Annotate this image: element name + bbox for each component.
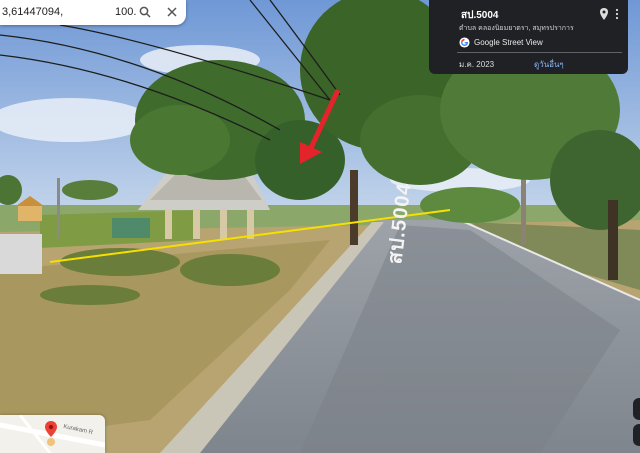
location-subtitle: ตำบล คลองนิยมยาตรา, สมุทรปราการ bbox=[459, 25, 574, 32]
street-view-label: Google Street View bbox=[474, 38, 543, 47]
sign-board bbox=[112, 218, 150, 238]
street-view-info-panel: สป.5004 ตำบล คลองนิยมยาตรา, สมุทรปราการ … bbox=[429, 0, 628, 74]
search-button[interactable] bbox=[137, 4, 153, 20]
location-title: สป.5004 bbox=[461, 10, 499, 21]
google-street-view-row: Google Street View bbox=[459, 37, 543, 48]
pin-icon[interactable] bbox=[599, 8, 609, 20]
map-marker-icon bbox=[45, 421, 57, 446]
search-icon bbox=[139, 6, 151, 18]
utility-pole-left bbox=[57, 178, 60, 238]
see-more-dates-link[interactable]: ดูวันอื่นๆ bbox=[534, 58, 564, 71]
close-icon bbox=[167, 7, 177, 17]
more-vert-icon[interactable] bbox=[613, 8, 621, 20]
close-button[interactable] bbox=[164, 4, 180, 20]
capture-date: ม.ค. 2023 bbox=[459, 60, 495, 69]
search-input[interactable]: 3,61447094, bbox=[2, 6, 63, 18]
fence-wall bbox=[0, 234, 42, 274]
zoom-in-button[interactable] bbox=[633, 398, 640, 420]
minimap[interactable]: Kurakam R bbox=[0, 415, 105, 453]
google-g-icon bbox=[459, 37, 470, 48]
panel-divider bbox=[457, 52, 622, 53]
search-zoom-value: 100. bbox=[115, 6, 137, 18]
zoom-out-button[interactable] bbox=[633, 424, 640, 446]
search-box[interactable]: 3,61447094, 100. bbox=[0, 0, 186, 25]
